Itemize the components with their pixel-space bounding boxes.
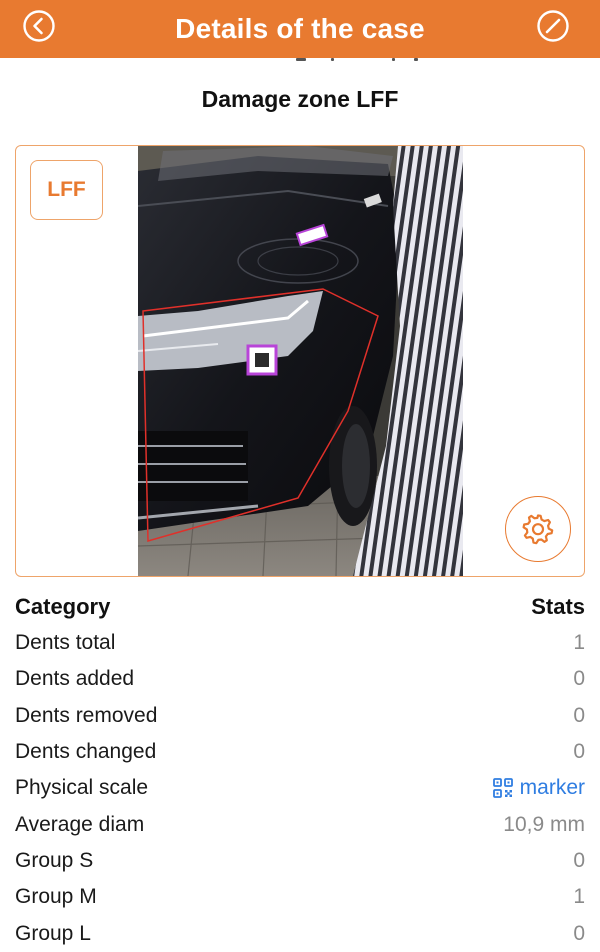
stats-column-header: Stats (531, 594, 585, 619)
stat-row-average-diam: Average diam 10,9 mm (15, 806, 585, 842)
stats-header: Category Stats (15, 589, 585, 625)
stats-table: Category Stats Dents total 1 Dents added… (15, 589, 585, 952)
marker-link-text: marker (519, 776, 585, 800)
stat-value: 0 (573, 921, 585, 945)
edit-slash-icon (537, 10, 569, 42)
stat-row-group-s: Group S 0 (15, 843, 585, 879)
stat-row-dents-added: Dents added 0 (15, 661, 585, 697)
stat-value: 0 (573, 848, 585, 872)
stat-value: 0 (573, 740, 585, 764)
gear-icon (522, 514, 554, 545)
stat-label: Dents changed (15, 740, 157, 764)
car-photo[interactable] (138, 146, 463, 576)
zone-badge: LFF (30, 160, 103, 220)
stat-row-physical-scale: Physical scale marker (15, 770, 585, 806)
stat-label: Physical scale (15, 776, 149, 800)
settings-button[interactable] (505, 496, 571, 562)
stat-label: Dents removed (15, 703, 158, 727)
back-chevron-icon (23, 10, 55, 42)
car-photo-illustration (138, 146, 463, 576)
stat-row-dents-changed: Dents changed 0 (15, 734, 585, 770)
stat-value: 10,9 mm (503, 812, 585, 836)
qr-code-icon (492, 778, 513, 799)
stat-label: Group S (15, 848, 94, 872)
stat-value: 1 (573, 631, 585, 655)
stat-row-group-l: Group L 0 (15, 915, 585, 951)
stat-value: 1 (573, 885, 585, 909)
scrolled-content-remnant (0, 58, 600, 66)
stat-value: 0 (573, 667, 585, 691)
stat-label: Average diam (15, 812, 145, 836)
damage-zone-title: Damage zone LFF (201, 86, 399, 112)
stat-label: Group M (15, 885, 97, 909)
stat-label: Group L (15, 921, 91, 945)
category-column-header: Category (15, 594, 111, 619)
damage-image-card: LFF (15, 145, 585, 577)
stat-value: 0 (573, 703, 585, 727)
stat-row-dents-total: Dents total 1 (15, 625, 585, 661)
stat-label: Dents total (15, 631, 116, 655)
top-bar: Details of the case (0, 0, 600, 58)
back-button[interactable] (22, 9, 56, 43)
physical-scale-marker-link[interactable]: marker (492, 776, 585, 800)
edit-button[interactable] (536, 9, 570, 43)
stat-row-dents-removed: Dents removed 0 (15, 698, 585, 734)
stat-row-group-m: Group M 1 (15, 879, 585, 915)
stat-label: Dents added (15, 667, 135, 691)
page-title: Details of the case (175, 13, 425, 44)
